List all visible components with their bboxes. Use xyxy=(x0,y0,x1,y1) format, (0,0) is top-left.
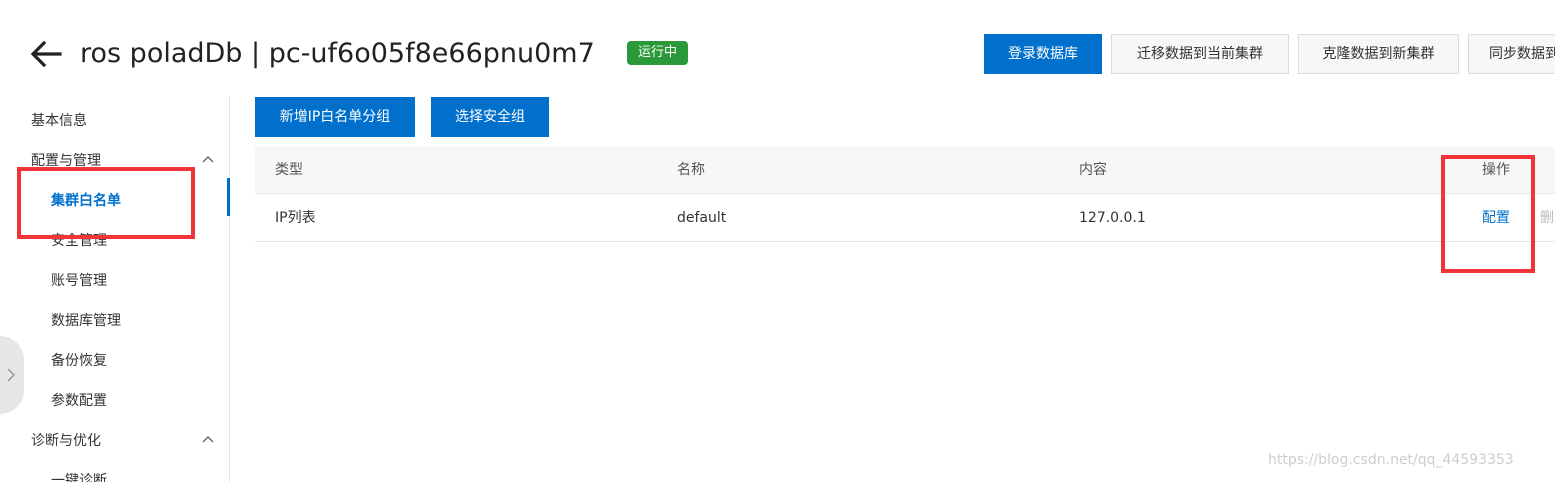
sidebar-item-one-click-diag[interactable]: 一键诊断 xyxy=(51,471,107,482)
chevron-up-icon[interactable] xyxy=(201,433,215,447)
column-header-type: 类型 xyxy=(275,162,303,178)
active-item-indicator xyxy=(227,178,230,216)
row-content: 127.0.0.1 xyxy=(1079,210,1146,226)
table-row: IP列表 default 127.0.0.1 配置 删 xyxy=(255,195,1555,242)
row-type: IP列表 xyxy=(275,210,316,226)
annotation-box-config xyxy=(1441,155,1535,273)
watermark: https://blog.csdn.net/qq_44593353 xyxy=(1268,452,1514,468)
chevron-up-icon[interactable] xyxy=(201,153,215,167)
add-ip-whitelist-group-button[interactable]: 新增IP白名单分组 xyxy=(255,97,415,137)
chevron-right-icon xyxy=(7,368,16,382)
sidebar-item-backup-restore[interactable]: 备份恢复 xyxy=(51,351,107,371)
clone-to-new-cluster-button[interactable]: 克隆数据到新集群 xyxy=(1298,34,1459,74)
annotation-box-whitelist xyxy=(17,167,195,239)
sidebar-group-diag-optimize[interactable]: 诊断与优化 xyxy=(31,431,101,451)
table-header: 类型 名称 内容 操作 xyxy=(255,147,1555,194)
login-database-button[interactable]: 登录数据库 xyxy=(984,34,1102,74)
sidebar-item-param-config[interactable]: 参数配置 xyxy=(51,391,107,411)
select-security-group-button[interactable]: 选择安全组 xyxy=(431,97,549,137)
sidebar-item-basic-info[interactable]: 基本信息 xyxy=(31,111,87,131)
delete-link[interactable]: 删 xyxy=(1540,195,1554,242)
sidebar-item-database-manage[interactable]: 数据库管理 xyxy=(51,311,121,331)
status-badge: 运行中 xyxy=(627,41,689,65)
column-header-content: 内容 xyxy=(1079,162,1107,178)
row-name: default xyxy=(677,210,727,226)
sync-data-button[interactable]: 同步数据到 xyxy=(1468,34,1555,74)
column-header-name: 名称 xyxy=(677,162,705,178)
page-title: ros poladDb | pc-uf6o05f8e66pnu0m7 xyxy=(80,38,595,69)
sidebar-item-account-manage[interactable]: 账号管理 xyxy=(51,271,107,291)
sidebar-collapse-toggle[interactable] xyxy=(0,336,24,414)
migrate-to-current-cluster-button[interactable]: 迁移数据到当前集群 xyxy=(1111,34,1289,74)
back-arrow-icon[interactable] xyxy=(28,36,64,72)
